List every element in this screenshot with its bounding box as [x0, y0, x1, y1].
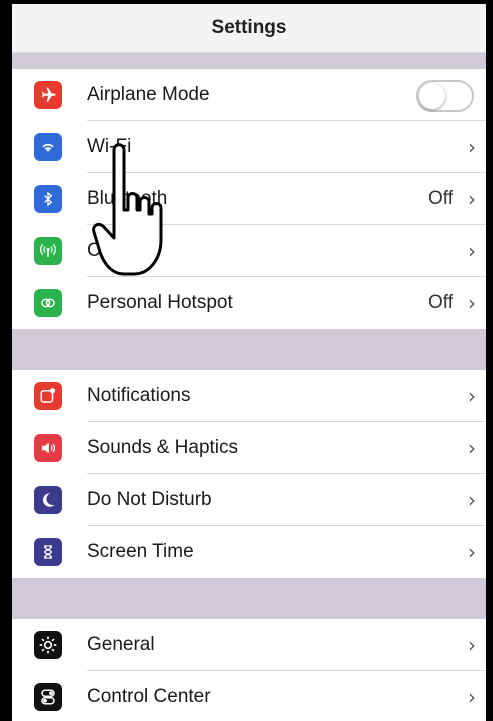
row-general[interactable]: General ›: [12, 619, 486, 671]
row-label: Screen Time: [87, 541, 194, 562]
row-cellular[interactable]: Cellular ›: [12, 225, 486, 277]
gear-icon: [34, 631, 62, 659]
row-label: General: [87, 634, 155, 655]
page-title: Settings: [211, 17, 287, 38]
row-bluetooth[interactable]: Bluetooth Off ›: [12, 173, 486, 225]
device-bezel-top: [0, 0, 493, 4]
chevron-right-icon: ›: [468, 436, 476, 460]
section-gap: [12, 53, 486, 69]
sound-icon: [34, 434, 62, 462]
chevron-right-icon: ›: [468, 488, 476, 512]
toggle-knob: [419, 83, 445, 109]
row-label: Airplane Mode: [87, 84, 210, 105]
row-airplane-mode[interactable]: Airplane Mode: [12, 69, 486, 121]
section-gap: [12, 578, 486, 619]
row-wifi[interactable]: Wi-Fi ›: [12, 121, 486, 173]
airplane-mode-toggle[interactable]: [416, 80, 474, 112]
row-screen-time[interactable]: Screen Time ›: [12, 526, 486, 578]
settings-screen: Settings Airplane Mode Wi-Fi › Bluetooth…: [0, 0, 493, 721]
row-personal-hotspot[interactable]: Personal Hotspot Off ›: [12, 277, 486, 329]
chevron-right-icon: ›: [468, 239, 476, 263]
row-value: Off: [428, 292, 453, 313]
row-label: Notifications: [87, 385, 191, 406]
chevron-right-icon: ›: [468, 384, 476, 408]
moon-icon: [34, 486, 62, 514]
row-sounds-haptics[interactable]: Sounds & Haptics ›: [12, 422, 486, 474]
row-label: Control Center: [87, 686, 211, 707]
device-bezel-right: [486, 0, 493, 721]
toggles-icon: [34, 683, 62, 711]
row-label: Personal Hotspot: [87, 292, 233, 313]
section-gap: [12, 329, 486, 370]
row-value: Off: [428, 188, 453, 209]
chevron-right-icon: ›: [468, 685, 476, 709]
chevron-right-icon: ›: [468, 540, 476, 564]
chevron-right-icon: ›: [468, 291, 476, 315]
cellular-icon: [34, 237, 62, 265]
notifications-icon: [34, 382, 62, 410]
bluetooth-icon: [34, 185, 62, 213]
row-do-not-disturb[interactable]: Do Not Disturb ›: [12, 474, 486, 526]
chevron-right-icon: ›: [468, 633, 476, 657]
chevron-right-icon: ›: [468, 187, 476, 211]
row-label: Do Not Disturb: [87, 489, 212, 510]
hourglass-icon: [34, 538, 62, 566]
nav-bar: Settings: [12, 4, 486, 53]
row-notifications[interactable]: Notifications ›: [12, 370, 486, 422]
chevron-right-icon: ›: [468, 135, 476, 159]
row-label: Sounds & Haptics: [87, 437, 239, 458]
hotspot-icon: [34, 289, 62, 317]
row-control-center[interactable]: Control Center ›: [12, 671, 486, 721]
wifi-icon: [34, 133, 62, 161]
pointing-hand-icon: [92, 143, 163, 276]
airplane-icon: [34, 81, 62, 109]
device-bezel-left: [0, 0, 12, 721]
